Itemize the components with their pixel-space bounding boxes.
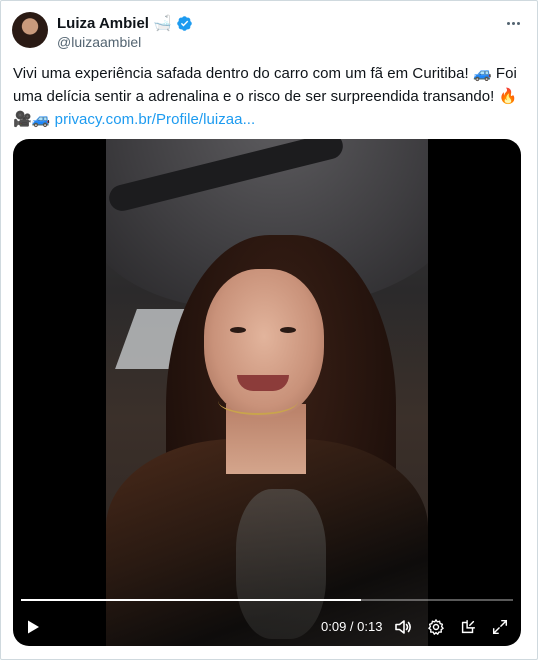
- video-frame[interactable]: [106, 139, 428, 646]
- popout-icon: [461, 619, 476, 634]
- video-time: 0:09 / 0:13: [321, 619, 382, 634]
- author-handle[interactable]: @luizaambiel: [57, 34, 141, 50]
- tweet-text: Vivi uma experiência safada dentro do ca…: [13, 62, 525, 131]
- video-progress-bar[interactable]: [21, 599, 513, 601]
- eye: [280, 327, 296, 333]
- avatar[interactable]: [12, 12, 48, 48]
- eye: [230, 327, 246, 333]
- fullscreen-button[interactable]: [488, 609, 512, 645]
- more-horizontal-icon: [506, 21, 520, 25]
- volume-icon: [395, 620, 411, 634]
- play-button[interactable]: [21, 609, 45, 645]
- fullscreen-icon: [492, 619, 508, 635]
- tweet-card[interactable]: Luiza Ambiel 🛁 @luizaambiel Vivi uma exp…: [0, 0, 538, 660]
- popout-button[interactable]: [456, 609, 480, 645]
- camera-car-emojis: 🎥🚙: [13, 111, 55, 128]
- video-progress-fill: [21, 599, 362, 601]
- play-icon: [28, 620, 39, 634]
- bathtub-emoji: 🛁: [152, 14, 172, 32]
- duration: 0:13: [357, 619, 383, 634]
- tweet-text-line: 🎥🚙 privacy.com.br/Profile/luizaa...: [13, 108, 525, 131]
- tweet-text-line: Vivi uma experiência safada dentro do ca…: [13, 65, 517, 82]
- necklace: [218, 387, 298, 415]
- volume-button[interactable]: [391, 609, 415, 645]
- current-time: 0:09: [321, 619, 347, 634]
- settings-gear-icon: [428, 619, 444, 635]
- display-name[interactable]: Luiza Ambiel: [57, 15, 149, 32]
- video-controls: 0:09 / 0:13: [13, 609, 521, 645]
- author-name-row: Luiza Ambiel 🛁: [57, 13, 193, 33]
- settings-button[interactable]: [424, 609, 448, 645]
- more-options-button[interactable]: [503, 13, 523, 33]
- time-separator: /: [346, 619, 358, 634]
- tweet-text-line: uma delícia sentir a adrenalina e o risc…: [13, 88, 518, 105]
- verified-badge-icon[interactable]: [176, 15, 193, 32]
- profile-link[interactable]: privacy.com.br/Profile/luizaa...: [55, 111, 256, 128]
- video-player[interactable]: 0:09 / 0:13: [13, 139, 521, 646]
